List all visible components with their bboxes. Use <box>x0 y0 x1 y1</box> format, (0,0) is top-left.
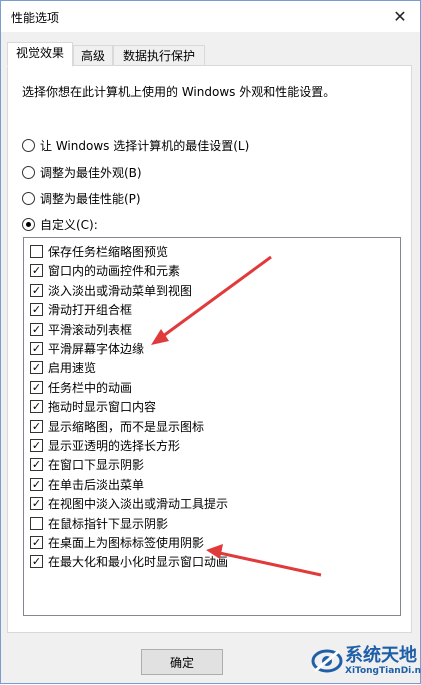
list-item[interactable]: ✓ 启用速览 <box>24 358 400 377</box>
watermark-title: 系统天地 <box>345 645 417 666</box>
list-item[interactable]: ✓ 在单击后淡出菜单 <box>24 475 400 494</box>
checkbox-checked[interactable]: ✓ <box>30 400 43 414</box>
option-label: 窗口内的动画控件和元素 <box>48 264 181 279</box>
list-item[interactable]: ✓ 窗口内的动画控件和元素 <box>24 261 400 280</box>
radio-button[interactable] <box>22 191 35 205</box>
watermark: 系统天地 XiTongTianDi.net <box>311 641 421 685</box>
title-bar: 性能选项 ✕ <box>1 1 420 32</box>
radio-best-performance[interactable]: 调整为最佳性能(P) <box>22 189 141 207</box>
option-label: 在单击后淡出菜单 <box>48 477 145 492</box>
watermark-subtitle: XiTongTianDi.net <box>345 666 421 676</box>
option-label: 平滑滚动列表框 <box>48 322 133 337</box>
checkbox-checked[interactable]: ✓ <box>30 497 43 511</box>
list-item[interactable]: ✓ 在最大化和最小化时显示窗口动画 <box>24 552 400 571</box>
option-label: 拖动时显示窗口内容 <box>48 400 157 415</box>
radio-button[interactable] <box>22 165 35 179</box>
checkbox-checked[interactable]: ✓ <box>30 458 43 472</box>
checkbox-checked[interactable]: ✓ <box>30 283 43 297</box>
option-label: 滑动打开组合框 <box>48 303 133 318</box>
close-button[interactable]: ✕ <box>380 1 420 32</box>
radio-best-appearance[interactable]: 调整为最佳外观(B) <box>22 163 142 181</box>
checkbox-checked[interactable]: ✓ <box>30 342 43 355</box>
option-label: 淡入淡出或滑动菜单到视图 <box>48 283 193 298</box>
checkbox-checked[interactable]: ✓ <box>30 264 43 278</box>
window-title: 性能选项 <box>11 11 60 25</box>
list-item[interactable]: ✓ 滑动打开组合框 <box>24 300 400 319</box>
radio-label: 调整为最佳性能(P) <box>40 191 141 206</box>
list-item[interactable]: ✓ 显示亚透明的选择长方形 <box>24 436 400 455</box>
option-label: 在桌面上为图标标签使用阴影 <box>48 536 205 550</box>
radio-button-selected[interactable] <box>22 217 35 231</box>
checkbox-checked[interactable]: ✓ <box>30 380 43 394</box>
performance-options-dialog: 性能选项 ✕ 高级 数据执行保护 视觉效果 选择你想在此计算机上使用的 Wind… <box>0 0 421 684</box>
tab-advanced[interactable]: 高级 <box>73 45 113 66</box>
option-label: 在鼠标指针下显示阴影 <box>48 516 169 531</box>
list-item[interactable]: ✓ 任务栏中的动画 <box>24 378 400 397</box>
list-item[interactable]: 保存任务栏缩略图预览 <box>24 242 400 261</box>
list-item[interactable]: 在鼠标指针下显示阴影 <box>24 514 400 533</box>
option-label: 在视图中淡入淡出或滑动工具提示 <box>48 497 229 512</box>
checkbox-checked[interactable]: ✓ <box>30 361 43 375</box>
list-item[interactable]: ✓ 显示缩略图，而不是显示图标 <box>24 417 400 436</box>
list-item[interactable]: ✓ 淡入淡出或滑动菜单到视图 <box>24 281 400 300</box>
option-label: 启用速览 <box>48 361 97 376</box>
list-item[interactable]: ✓ 拖动时显示窗口内容 <box>24 397 400 416</box>
option-label: 显示亚透明的选择长方形 <box>48 439 181 453</box>
close-icon: ✕ <box>393 7 407 26</box>
checkbox-checked[interactable]: ✓ <box>30 477 43 491</box>
visual-effects-list[interactable]: 保存任务栏缩略图预览 ✓ 窗口内的动画控件和元素 ✓ 淡入淡出或滑动菜单到视图 ✓ 滑动打开… <box>23 237 401 616</box>
option-label: 任务栏中的动画 <box>48 380 133 395</box>
list-item[interactable]: ✓ 在桌面上为图标标签使用阴影 <box>24 533 400 552</box>
checkbox-checked[interactable]: ✓ <box>30 439 43 452</box>
checkbox-checked[interactable]: ✓ <box>30 322 43 336</box>
watermark-logo-icon <box>311 649 343 673</box>
description-text: 选择你想在此计算机上使用的 Windows 外观和性能设置。 <box>22 85 336 99</box>
list-item[interactable]: ✓ 在视图中淡入淡出或滑动工具提示 <box>24 494 400 513</box>
radio-custom[interactable]: 自定义(C): <box>22 215 98 233</box>
option-label: 保存任务栏缩略图预览 <box>48 245 169 259</box>
radio-button[interactable] <box>22 138 35 152</box>
tab-visual-effects[interactable]: 视觉效果 <box>7 42 73 67</box>
checkbox-checked[interactable]: ✓ <box>30 536 43 549</box>
checkbox-checked[interactable]: ✓ <box>30 303 43 317</box>
tab-data-execution-prevention[interactable]: 数据执行保护 <box>113 45 205 66</box>
list-item[interactable]: ✓ 平滑滚动列表框 <box>24 320 400 339</box>
list-item[interactable]: ✓ 平滑屏幕字体边缘 <box>24 339 400 358</box>
option-label: 显示缩略图，而不是显示图标 <box>48 419 205 434</box>
option-label: 平滑屏幕字体边缘 <box>48 342 145 356</box>
option-label: 在最大化和最小化时显示窗口动画 <box>48 555 229 570</box>
ok-button[interactable]: 确定 <box>141 649 223 675</box>
list-item[interactable]: ✓ 在窗口下显示阴影 <box>24 455 400 474</box>
checkbox-unchecked[interactable] <box>30 245 43 258</box>
radio-let-windows-choose[interactable]: 让 Windows 选择计算机的最佳设置(L) <box>22 136 249 154</box>
radio-label: 调整为最佳外观(B) <box>40 165 142 180</box>
checkbox-checked[interactable]: ✓ <box>30 555 43 569</box>
checkbox-checked[interactable]: ✓ <box>30 419 43 433</box>
checkbox-unchecked[interactable] <box>30 516 43 530</box>
radio-label: 自定义(C): <box>40 217 98 232</box>
option-label: 在窗口下显示阴影 <box>48 458 145 473</box>
radio-label: 让 Windows 选择计算机的最佳设置(L) <box>40 138 250 153</box>
